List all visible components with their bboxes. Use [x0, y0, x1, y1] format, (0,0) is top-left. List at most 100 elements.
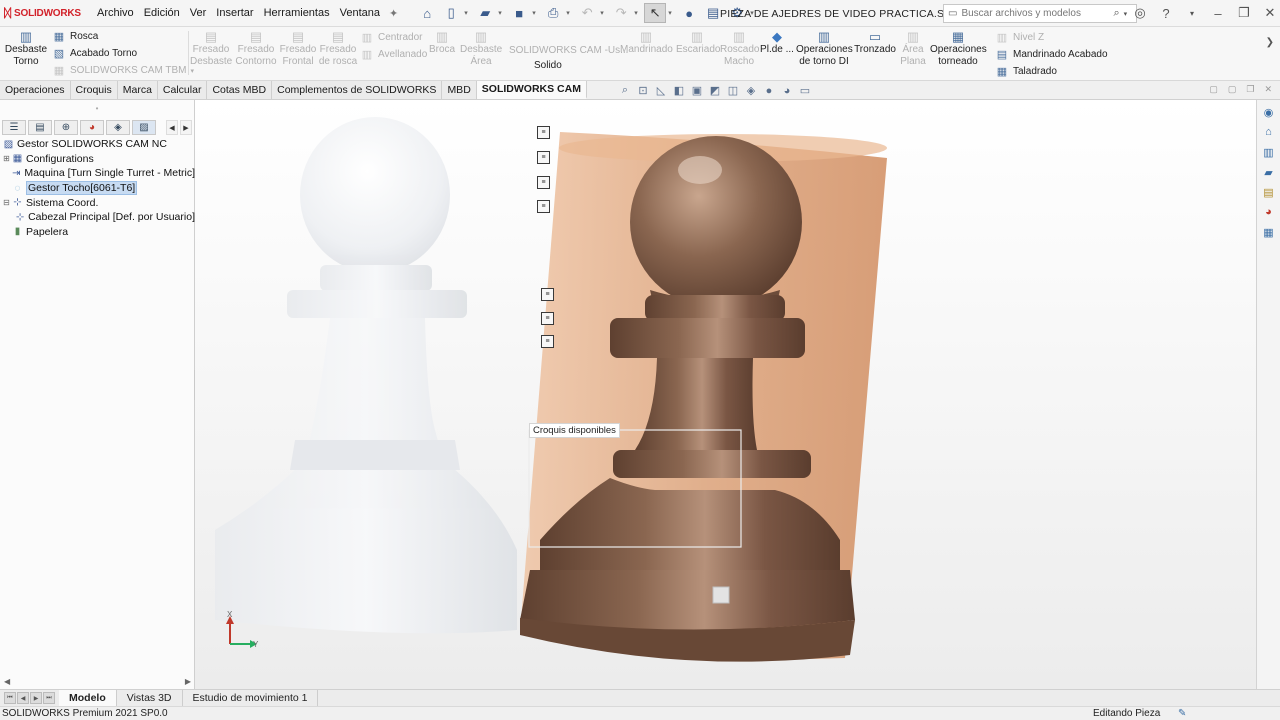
fresado-desbaste-button[interactable]: ▤ Fresado Desbaste — [190, 30, 232, 68]
menu-ver[interactable]: Ver — [185, 7, 212, 19]
next-tab-icon[interactable]: ▶ — [30, 692, 42, 704]
escariado-button[interactable]: ▥ Escariado — [676, 30, 720, 56]
menu-archivo[interactable]: Archivo — [92, 7, 139, 19]
ribbon-collapse-icon[interactable]: ❯ — [1266, 37, 1274, 48]
tree-item-cabezal[interactable]: ⊹ Cabezal Principal [Def. por Usuario] — [2, 210, 195, 225]
desbaste-torno-button[interactable]: ▥ Desbaste Torno — [4, 30, 48, 68]
prev-tab-icon[interactable]: ◀ — [17, 692, 29, 704]
user-account-icon[interactable]: ◎ — [1130, 3, 1150, 23]
minimize-icon[interactable]: – — [1208, 3, 1228, 23]
tab-marca[interactable]: Marca — [117, 81, 158, 99]
tab-cotas-mbd[interactable]: Cotas MBD — [207, 81, 273, 99]
configurationmanager-tab-icon[interactable]: ⊕ — [54, 120, 78, 135]
select-dropdown-icon[interactable]: ▾ — [668, 9, 676, 17]
scene-icon[interactable]: ◕ — [779, 83, 795, 98]
operaciones-torno-di-button[interactable]: ▥ Operaciones de torno DI — [796, 30, 853, 68]
menu-herramientas[interactable]: Herramientas — [259, 7, 335, 19]
collapse-icon[interactable]: ⊟ — [2, 198, 11, 207]
view-orientation-icon[interactable]: ◩ — [707, 83, 723, 98]
save-icon[interactable]: ■ — [508, 3, 530, 23]
dimxpert-tab-icon[interactable]: ◕ — [80, 120, 104, 135]
solidworks-logo[interactable]: ᛞ SOLIDWORKS — [0, 6, 92, 20]
doc-restore-icon[interactable]: ❐ — [1246, 84, 1254, 95]
undo-dropdown-icon[interactable]: ▾ — [600, 9, 608, 17]
expand-icon[interactable]: ⊞ — [2, 154, 11, 163]
tab-estudio-movimiento[interactable]: Estudio de movimiento 1 — [183, 690, 319, 706]
new-dropdown-icon[interactable]: ▾ — [464, 9, 472, 17]
scroll-left-icon[interactable]: ◀ — [4, 677, 10, 686]
tree-item-configurations[interactable]: ⊞ ▦ Configurations — [2, 152, 195, 167]
propertymanager-tab-icon[interactable]: ▤ — [28, 120, 52, 135]
custom-properties-icon[interactable]: ▦ — [1260, 224, 1278, 240]
panel-prev-icon[interactable]: ◀ — [166, 120, 178, 135]
first-tab-icon[interactable]: ⏮ — [4, 692, 16, 704]
avellanado-button[interactable]: ▥ Avellanado — [360, 48, 428, 61]
scroll-right-icon[interactable]: ▶ — [185, 677, 191, 686]
rosca-button[interactable]: ▦ Rosca — [52, 30, 99, 43]
print-dropdown-icon[interactable]: ▾ — [566, 9, 574, 17]
taladrado-button[interactable]: ▦ Taladrado — [995, 65, 1057, 78]
search-input[interactable] — [961, 8, 1110, 19]
panel-grip[interactable]: • — [0, 100, 194, 118]
menu-edicion[interactable]: Edición — [139, 7, 185, 19]
area-plana-button[interactable]: ▥ Área Plana — [898, 30, 928, 68]
cam-feature-marker-icon[interactable]: ≡ — [537, 151, 550, 164]
save-dropdown-icon[interactable]: ▾ — [532, 9, 540, 17]
graphics-area[interactable]: Croquis disponibles ≡ ≡ ≡ ≡ ≡ ≡ ≡ X Y — [195, 100, 1256, 689]
panel-next-icon[interactable]: ▶ — [180, 120, 192, 135]
cam-feature-marker-icon[interactable]: ≡ — [541, 288, 554, 301]
tab-mbd[interactable]: MBD — [442, 81, 477, 99]
acabado-torno-button[interactable]: ▧ Acabado Torno — [52, 47, 137, 60]
tab-vistas-3d[interactable]: Vistas 3D — [117, 690, 183, 706]
tree-item-gestor-tocho[interactable]: ◌ Gestor Tocho[6061-T6] — [2, 181, 195, 196]
zoom-area-icon[interactable]: ⊡ — [635, 83, 651, 98]
menu-ventana[interactable]: Ventana — [335, 7, 385, 19]
doc-tile-icon[interactable]: ▢ — [1209, 84, 1218, 95]
rebuild-status-icon[interactable]: ✎ — [1178, 708, 1186, 719]
select-cursor-icon[interactable]: ↖ — [644, 3, 667, 23]
tab-operaciones[interactable]: Operaciones — [0, 81, 71, 99]
dynamic-annotation-icon[interactable]: ▣ — [689, 83, 705, 98]
solido-dropdown[interactable]: Solido — [534, 60, 562, 71]
tab-modelo[interactable]: Modelo — [59, 690, 117, 706]
view-palette-icon[interactable]: ▤ — [1260, 184, 1278, 200]
design-library-icon[interactable]: ▥ — [1260, 144, 1278, 160]
section-view-icon[interactable]: ◧ — [671, 83, 687, 98]
mandrinado-button[interactable]: ▥ Mandrinado — [620, 30, 673, 56]
undo-icon[interactable]: ↶ — [576, 3, 598, 23]
mandrinado-acabado-button[interactable]: ▤ Mandrinado Acabado — [995, 48, 1108, 61]
search-dropdown-icon[interactable]: ▾ — [1124, 10, 1128, 18]
tab-calcular[interactable]: Calcular — [157, 81, 208, 99]
open-folder-icon[interactable]: ▰ — [474, 3, 496, 23]
tab-croquis[interactable]: Croquis — [70, 81, 118, 99]
file-explorer-icon[interactable]: ▰ — [1260, 164, 1278, 180]
cam-feature-marker-icon[interactable]: ≡ — [541, 335, 554, 348]
fresado-frontal-button[interactable]: ▤ Fresado Frontal — [279, 30, 317, 68]
cam-feature-marker-icon[interactable]: ≡ — [537, 200, 550, 213]
previous-view-icon[interactable]: ◺ — [653, 83, 669, 98]
doc-close-icon[interactable]: ✕ — [1264, 84, 1272, 95]
design-library-home-icon[interactable]: ⌂ — [1260, 124, 1278, 140]
desbaste-area-button[interactable]: ▥ Desbaste Área — [460, 30, 502, 68]
solidworks-resources-icon[interactable]: ◉ — [1260, 104, 1278, 120]
horizontal-scrollbar[interactable]: ◀ ▶ — [0, 674, 195, 689]
tab-complementos[interactable]: Complementos de SOLIDWORKS — [272, 81, 443, 99]
featuremanager-tab-icon[interactable]: ☰ — [2, 120, 26, 135]
traffic-light-icon[interactable]: ● — [678, 3, 700, 23]
tree-item-sistema-coord[interactable]: ⊟ ⊹ Sistema Coord. — [2, 195, 195, 210]
operaciones-torneado-button[interactable]: ▦ Operaciones torneado — [930, 30, 987, 68]
menu-insertar[interactable]: Insertar — [211, 7, 258, 19]
restore-icon[interactable]: ❐ — [1234, 3, 1254, 23]
tree-item-maquina[interactable]: ⇥ Maquina [Turn Single Turret - Metric] — [2, 166, 195, 181]
cam-us-button[interactable]: SOLIDWORKS CAM -Us... — [509, 45, 628, 56]
tree-item-root[interactable]: ▨ Gestor SOLIDWORKS CAM NC — [2, 137, 195, 152]
home-icon[interactable]: ⌂ — [416, 3, 438, 23]
cam-feature-marker-icon[interactable]: ≡ — [537, 176, 550, 189]
redo-dropdown-icon[interactable]: ▾ — [634, 9, 642, 17]
fresado-contorno-button[interactable]: ▤ Fresado Contorno — [234, 30, 278, 68]
fresado-rosca-button[interactable]: ▤ Fresado de rosca — [318, 30, 358, 68]
centrador-button[interactable]: ▥ Centrador — [360, 31, 423, 44]
help-icon[interactable]: ? — [1156, 3, 1176, 23]
edit-appearance-icon[interactable]: ● — [761, 83, 777, 98]
tree-item-papelera[interactable]: ▮ Papelera — [2, 225, 195, 240]
